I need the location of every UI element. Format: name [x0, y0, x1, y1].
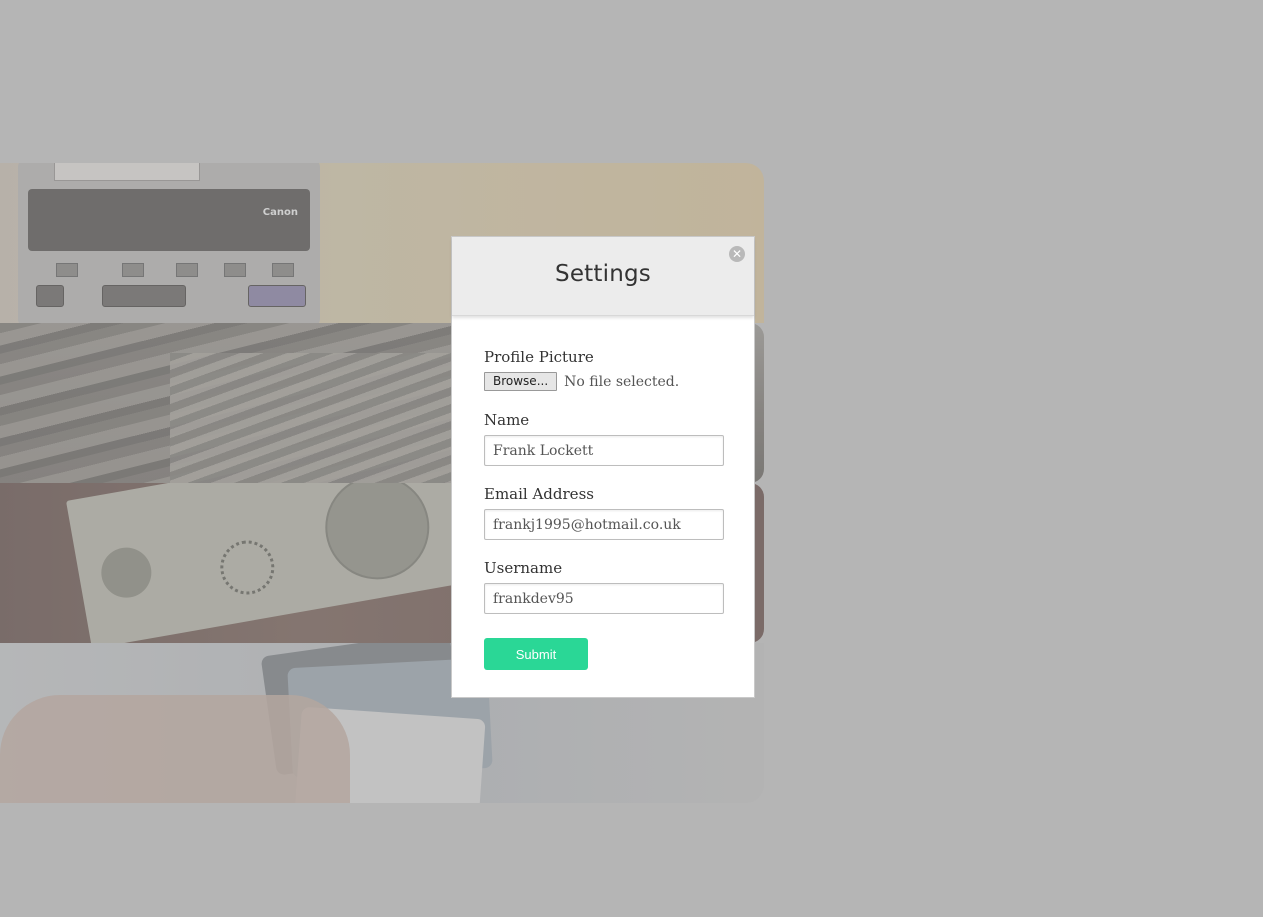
username-field[interactable]: [484, 583, 724, 614]
close-icon[interactable]: ✕: [729, 246, 745, 262]
settings-form: Profile Picture Browse... No file select…: [452, 316, 754, 670]
email-label: Email Address: [484, 485, 594, 503]
submit-button[interactable]: Submit: [484, 638, 588, 670]
browse-button[interactable]: Browse...: [484, 372, 558, 391]
username-label: Username: [484, 559, 563, 577]
profile-picture-file-input: Browse... No file selected.: [484, 372, 722, 391]
file-status-text: No file selected.: [564, 373, 680, 390]
name-field[interactable]: [484, 435, 724, 466]
modal-header: Settings ✕: [452, 237, 754, 316]
name-label: Name: [484, 411, 530, 429]
profile-picture-label: Profile Picture: [484, 348, 594, 366]
modal-title: Settings: [555, 261, 651, 287]
email-field[interactable]: [484, 509, 724, 540]
settings-modal: Settings ✕ Profile Picture Browse... No …: [451, 236, 755, 698]
calculator-brand-logo: Canon: [262, 207, 298, 218]
